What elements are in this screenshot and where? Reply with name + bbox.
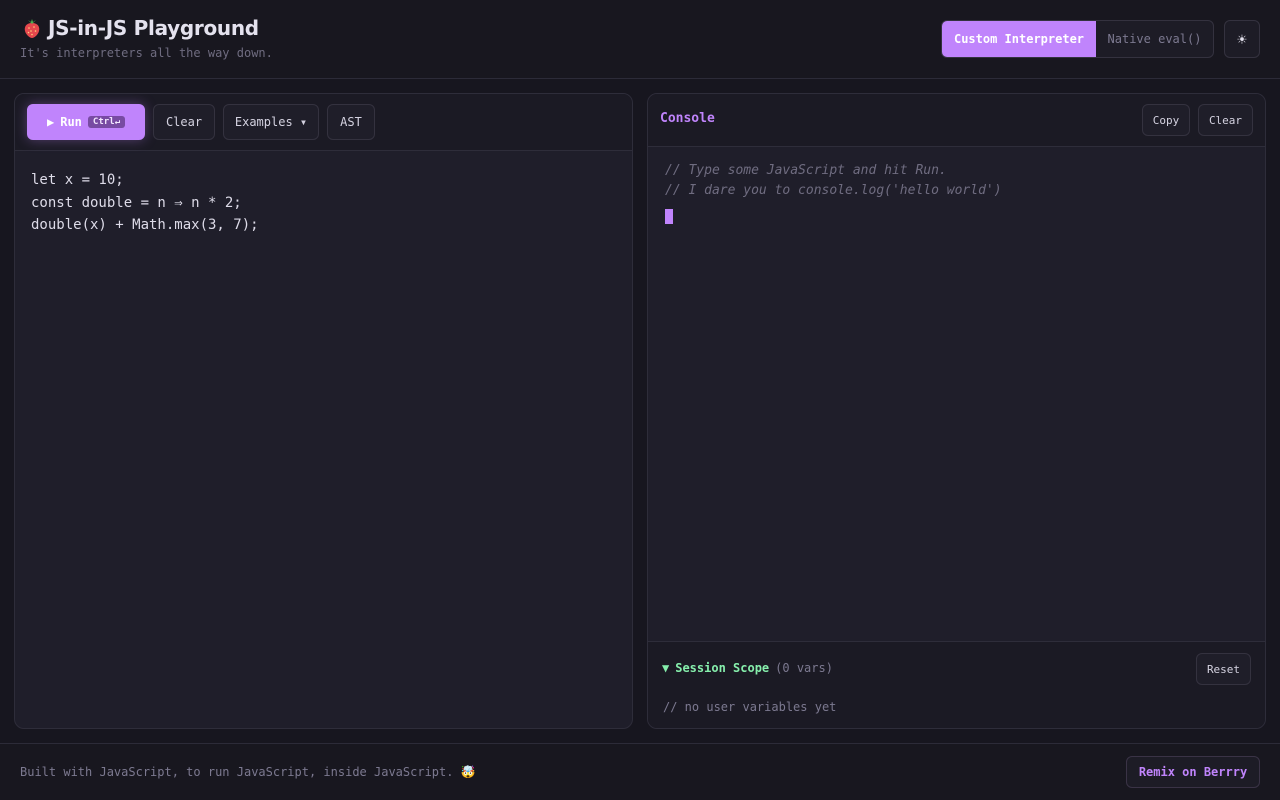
sun-icon: ☀ — [1237, 29, 1247, 49]
scope-title: Session Scope — [675, 661, 770, 675]
strawberry-icon — [24, 19, 40, 38]
scope-header[interactable]: ▼ Session Scope (0 vars) — [662, 661, 833, 675]
examples-dropdown[interactable]: Examples ▾ — [223, 104, 319, 140]
native-eval-button[interactable]: Native eval() — [1096, 21, 1213, 57]
play-icon: ▶ — [46, 115, 55, 129]
theme-toggle-button[interactable]: ☀ — [1224, 20, 1260, 58]
scope-count: (0 vars) — [775, 661, 833, 675]
console-output: // Type some JavaScript and hit Run. // … — [648, 147, 1265, 641]
console-line: // Type some JavaScript and hit Run. — [665, 163, 947, 178]
scope-empty-text: // no user variables yet — [663, 700, 837, 714]
code-editor[interactable]: let x = 10; const double = n ⇒ n * 2; do… — [15, 151, 632, 255]
run-button[interactable]: ▶ Run Ctrl↵ — [27, 104, 145, 140]
app-footer: Built with JavaScript, to run JavaScript… — [0, 743, 1280, 800]
editor-panel: ▶ Run Ctrl↵ Clear Examples ▾ AST let x =… — [14, 93, 633, 729]
clear-editor-button[interactable]: Clear — [153, 104, 215, 140]
clear-console-button[interactable]: Clear — [1198, 104, 1253, 136]
console-cursor — [665, 209, 673, 224]
session-scope: ▼ Session Scope (0 vars) Reset // no use… — [648, 641, 1265, 728]
scope-toggle-icon: ▼ — [662, 661, 670, 675]
footer-text: Built with JavaScript, to run JavaScript… — [20, 765, 476, 779]
interpreter-mode-toggle: Custom Interpreter Native eval() — [941, 20, 1214, 58]
ast-button[interactable]: AST — [327, 104, 375, 140]
console-panel: Console Copy Clear // Type some JavaScri… — [647, 93, 1266, 729]
run-label: Run — [60, 115, 82, 129]
editor-toolbar: ▶ Run Ctrl↵ Clear Examples ▾ AST — [15, 94, 632, 151]
remix-button[interactable]: Remix on Berrry — [1126, 756, 1260, 788]
app-header: JS-in-JS Playground It's interpreters al… — [0, 0, 1280, 79]
custom-interpreter-button[interactable]: Custom Interpreter — [942, 21, 1096, 57]
copy-console-button[interactable]: Copy — [1142, 104, 1190, 136]
app-title: JS-in-JS Playground — [48, 16, 259, 40]
app-subtitle: It's interpreters all the way down. — [20, 46, 273, 60]
app-title-row: JS-in-JS Playground — [20, 16, 273, 40]
brand: JS-in-JS Playground It's interpreters al… — [20, 16, 273, 60]
run-shortcut: Ctrl↵ — [87, 116, 125, 128]
console-title: Console — [660, 111, 715, 126]
console-line: // I dare you to console.log('hello worl… — [665, 183, 1002, 198]
console-header: Console Copy Clear — [648, 94, 1265, 147]
reset-scope-button[interactable]: Reset — [1196, 653, 1251, 685]
